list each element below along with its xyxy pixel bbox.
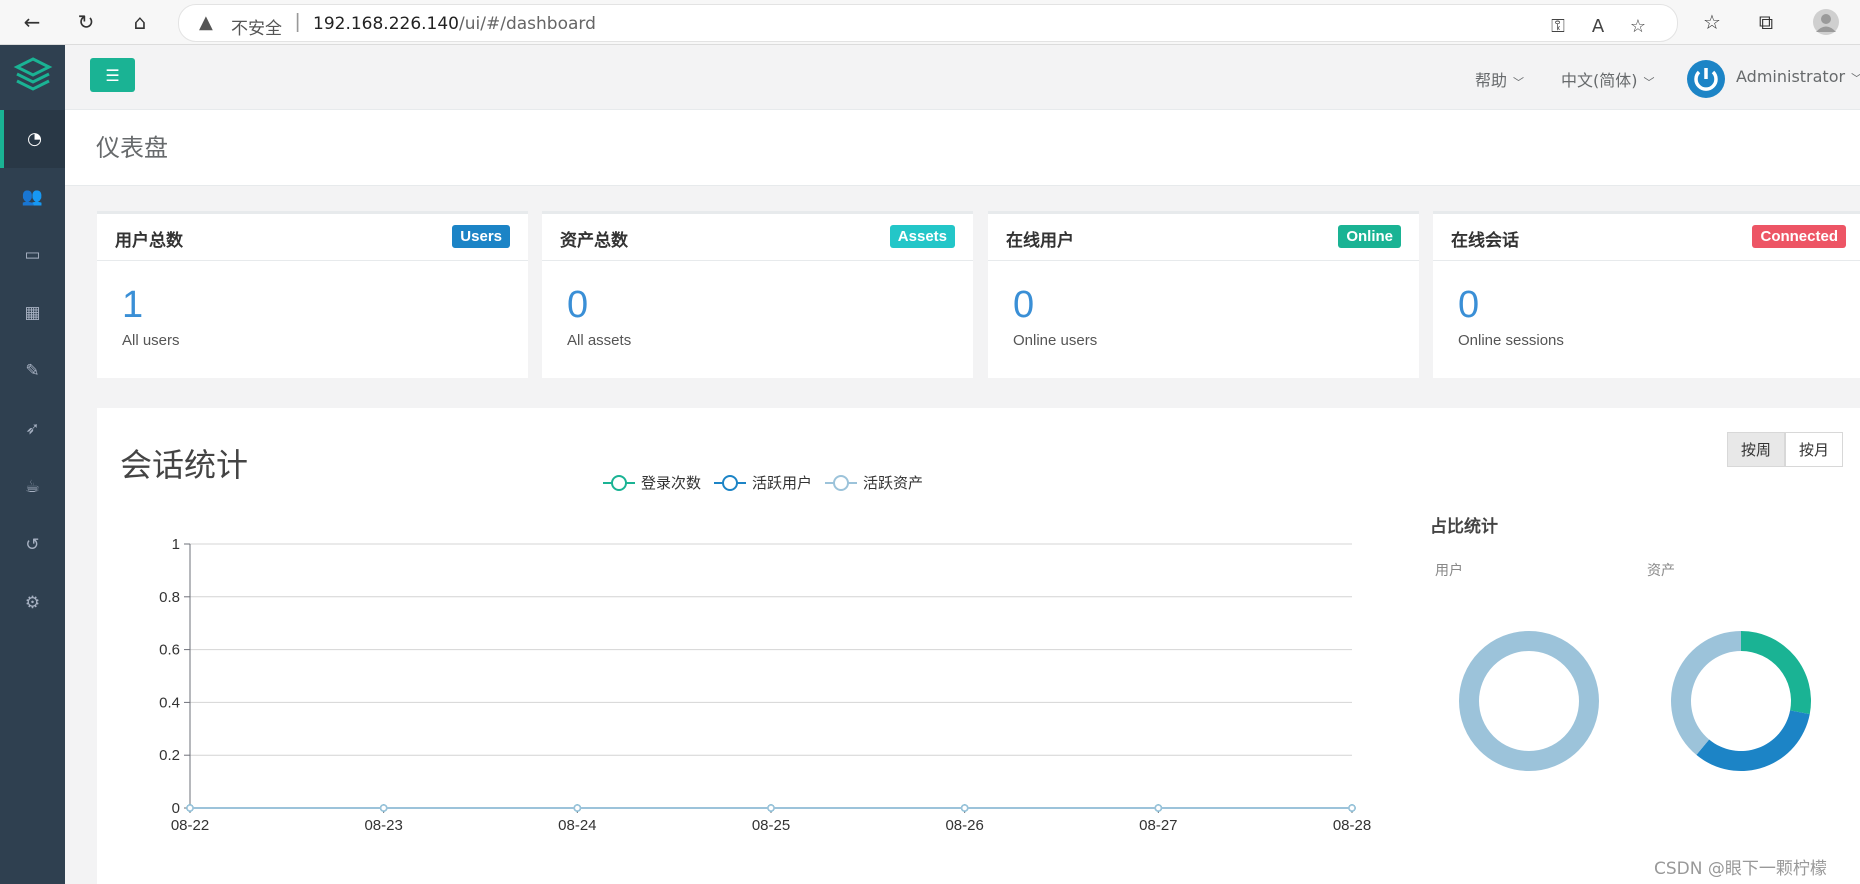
online-sessions-desc: Online sessions xyxy=(1458,332,1564,349)
inbox-icon: ▭ xyxy=(24,245,41,265)
online-users-count: 0 xyxy=(1013,284,1035,326)
page-header: 仪表盘 xyxy=(65,110,1860,186)
url-text[interactable]: 192.168.226.140/ui/#/dashboard xyxy=(313,14,596,34)
grid-icon: ▦ xyxy=(24,303,41,323)
assets-desc: All assets xyxy=(567,332,632,349)
card-header: 用户总数 Users xyxy=(97,214,528,261)
sidebar-item-terminal[interactable]: ☕ xyxy=(0,458,65,516)
connected-badge: Connected xyxy=(1752,225,1846,248)
back-arrow-icon[interactable]: ← xyxy=(18,8,46,36)
user-name: Administrator xyxy=(1736,67,1846,86)
refresh-icon[interactable]: ↻ xyxy=(72,8,100,36)
page-title: 仪表盘 xyxy=(96,134,168,162)
menu-toggle-button[interactable]: ☰ xyxy=(90,58,135,92)
url-separator: | xyxy=(295,11,301,33)
ratio-users-label: 用户 xyxy=(1435,563,1463,579)
coffee-icon: ☕ xyxy=(24,477,41,497)
month-button[interactable]: 按月 xyxy=(1785,432,1844,467)
language-dropdown[interactable]: 中文(简体) ﹀ xyxy=(1561,67,1655,91)
favorites-icon[interactable]: ☆ xyxy=(1698,8,1726,36)
sidebar-item-users[interactable]: 👥 xyxy=(0,168,65,226)
user-dropdown[interactable]: Administrator ﹀ xyxy=(1736,67,1860,86)
user-avatar[interactable] xyxy=(1687,60,1725,98)
sidebar-item-applications[interactable]: ▦ xyxy=(0,284,65,342)
card-title: 在线用户 xyxy=(1006,231,1074,251)
chevron-down-icon: ﹀ xyxy=(1851,72,1860,85)
watermark: CSDN @眼下一颗柠檬 xyxy=(1654,859,1827,879)
session-stats-panel: 会话统计 按周 按月 占比统计 用户 资产 xyxy=(97,408,1860,884)
sidebar-item-assets[interactable]: ▭ xyxy=(0,226,65,284)
edit-icon: ✎ xyxy=(25,361,40,381)
online-users-desc: Online users xyxy=(1013,332,1098,349)
logo-icon[interactable] xyxy=(13,55,53,95)
rocket-icon: ➶ xyxy=(25,419,40,439)
period-toggle: 按周 按月 xyxy=(1727,432,1844,467)
chevron-down-icon: ﹀ xyxy=(1643,76,1655,89)
sidebar-item-settings[interactable]: ⚙ xyxy=(0,574,65,632)
browser-toolbar: ← ↻ ⌂ ▲ 不安全 | 192.168.226.140/ui/#/dashb… xyxy=(0,0,1860,45)
assets-count: 0 xyxy=(567,284,589,326)
users-badge: Users xyxy=(452,225,510,248)
help-label: 帮助 xyxy=(1475,71,1508,90)
card-header: 在线会话 Connected xyxy=(1433,214,1860,261)
users-count: 1 xyxy=(122,284,144,326)
address-bar[interactable]: ▲ 不安全 | 192.168.226.140/ui/#/dashboard ⚿… xyxy=(178,4,1678,42)
week-button[interactable]: 按周 xyxy=(1727,432,1786,467)
card-title: 资产总数 xyxy=(560,231,628,251)
url-host: 192.168.226.140 xyxy=(313,14,460,34)
sidebar-item-sessions[interactable]: ➶ xyxy=(0,400,65,458)
card-header: 资产总数 Assets xyxy=(542,214,973,261)
chevron-down-icon: ﹀ xyxy=(1513,76,1525,89)
assets-card: 资产总数 Assets 0 All assets xyxy=(542,211,973,378)
key-icon[interactable]: ⚿ xyxy=(1545,13,1571,39)
users-card: 用户总数 Users 1 All users xyxy=(97,211,528,378)
card-title: 用户总数 xyxy=(115,231,183,251)
ratio-assets-label: 资产 xyxy=(1647,563,1675,579)
online-users-card: 在线用户 Online 0 Online users xyxy=(988,211,1419,378)
sidebar: ◔ 👥 ▭ ▦ ✎ ➶ ☕ ↺ ⚙ xyxy=(0,45,65,884)
hamburger-icon: ☰ xyxy=(105,65,120,85)
dashboard-icon: ◔ xyxy=(27,129,42,149)
insecure-label: 不安全 xyxy=(231,19,282,39)
ratio-title: 占比统计 xyxy=(1430,517,1498,537)
settings-icon: ⚙ xyxy=(24,593,41,613)
card-title: 在线会话 xyxy=(1451,231,1519,251)
top-navbar: ☰ 帮助 ﹀ 中文(简体) ﹀ Administrator ﹀ xyxy=(65,45,1860,110)
sidebar-item-audit[interactable]: ↺ xyxy=(0,516,65,574)
url-path: /ui/#/dashboard xyxy=(459,14,596,34)
users-desc: All users xyxy=(122,332,180,349)
sidebar-item-dashboard[interactable]: ◔ xyxy=(0,110,65,168)
online-sessions-count: 0 xyxy=(1458,284,1480,326)
add-favorite-icon[interactable]: ☆ xyxy=(1625,13,1651,39)
assets-badge: Assets xyxy=(889,225,955,248)
users-icon: 👥 xyxy=(21,187,44,207)
warning-triangle-icon: ▲ xyxy=(199,12,213,33)
online-badge: Online xyxy=(1338,225,1401,248)
collections-icon[interactable]: ⧉ xyxy=(1752,8,1780,36)
card-header: 在线用户 Online xyxy=(988,214,1419,261)
home-icon[interactable]: ⌂ xyxy=(126,8,154,36)
profile-avatar-icon[interactable] xyxy=(1812,8,1840,36)
read-aloud-icon[interactable]: A xyxy=(1585,13,1611,39)
sidebar-item-permissions[interactable]: ✎ xyxy=(0,342,65,400)
online-sessions-card: 在线会话 Connected 0 Online sessions xyxy=(1433,211,1860,378)
language-label: 中文(简体) xyxy=(1561,71,1638,90)
history-icon: ↺ xyxy=(25,535,40,555)
power-icon xyxy=(1694,68,1718,91)
panel-title: 会话统计 xyxy=(120,446,249,484)
help-dropdown[interactable]: 帮助 ﹀ xyxy=(1475,67,1524,91)
